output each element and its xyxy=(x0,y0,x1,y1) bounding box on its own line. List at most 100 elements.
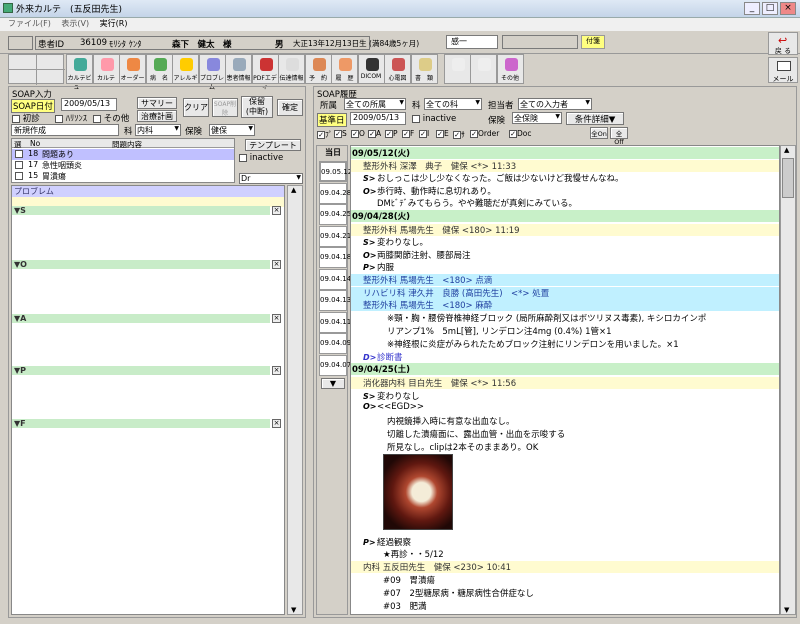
date-tab[interactable]: 09.04.14 xyxy=(319,268,351,290)
toolbar-button-12[interactable]: DICOM xyxy=(357,54,385,84)
col-no: No xyxy=(30,139,41,148)
menu-view[interactable]: 表示(V) xyxy=(61,19,89,28)
problem-row-check[interactable] xyxy=(15,150,23,158)
filter-check-9[interactable]: ✓ｻ xyxy=(453,129,465,140)
right-scrollbar[interactable]: ▲ ▼ xyxy=(780,145,796,615)
toolbar-button-15[interactable] xyxy=(443,54,471,84)
a-section-clear-icon[interactable]: × xyxy=(272,314,281,323)
filter-check-10[interactable]: ✓Order xyxy=(470,129,499,138)
toolbar-button-9[interactable]: 伝達情報 xyxy=(278,54,305,84)
harisons-check[interactable]: ﾊﾘｿﾝｽ xyxy=(55,112,87,124)
history-inactive-check[interactable]: inactive xyxy=(412,114,456,124)
hold-button[interactable]: 保留 (中断) xyxy=(241,96,273,118)
other-check[interactable]: その他 xyxy=(93,112,129,124)
summary-button[interactable]: サマリー xyxy=(137,97,177,109)
maximize-button[interactable]: □ xyxy=(762,2,778,15)
date-tab[interactable]: 09.04.11 xyxy=(319,311,351,333)
filter-check-6[interactable]: ✓F xyxy=(402,129,414,138)
layout-grid[interactable] xyxy=(8,54,65,85)
s-section-clear-icon[interactable]: × xyxy=(272,206,281,215)
template-button[interactable]: テンプレート xyxy=(245,139,301,151)
filter-check-4[interactable]: ✓A xyxy=(368,129,381,138)
history-scroll-up-icon[interactable]: ▲ xyxy=(784,146,789,154)
toolbar-button-10[interactable]: 予 約 xyxy=(304,54,332,84)
toolbar-button-8[interactable]: PDFエディ xyxy=(251,54,279,91)
dr-select[interactable]: Dr xyxy=(239,173,303,184)
date-tab[interactable]: 09.04.13 xyxy=(319,290,351,311)
all-off-button[interactable]: 全Off xyxy=(610,127,628,146)
infection-field[interactable]: 感一 xyxy=(446,35,498,49)
fusen-button[interactable]: 付箋 xyxy=(581,35,605,49)
toolbar-button-2[interactable]: カルテ xyxy=(92,54,120,84)
toolbar-button-13[interactable]: 心電図 xyxy=(384,54,411,84)
p-section-clear-icon[interactable]: × xyxy=(272,366,281,375)
toolbar-button-6[interactable]: プロブレム xyxy=(198,54,226,91)
insurance-select[interactable]: 健保 xyxy=(209,124,255,136)
problem-row-check[interactable] xyxy=(15,161,23,169)
back-button[interactable]: ↩ 戻 る xyxy=(768,32,798,55)
filter-check-8[interactable]: ✓E xyxy=(436,129,449,138)
scroll-down-icon[interactable]: ▼ xyxy=(291,606,296,614)
tanto-select[interactable]: 全ての入力者 xyxy=(518,98,592,110)
date-tab[interactable]: 09.04.07 xyxy=(319,354,351,376)
filter-check-7[interactable]: ✓I xyxy=(419,129,429,138)
problem-row[interactable]: 18 問題あり xyxy=(12,149,234,160)
condition-detail-button[interactable]: 条件詳細▼ xyxy=(566,112,624,125)
f-section-clear-icon[interactable]: × xyxy=(272,419,281,428)
toolbar-button-17[interactable]: その他 xyxy=(496,54,524,84)
soap-delete-button[interactable]: SOAP削除 xyxy=(212,98,238,117)
date-tab[interactable]: 09.05.12 xyxy=(319,161,352,182)
scroll-up-icon[interactable]: ▲ xyxy=(291,186,296,194)
more-dates-icon[interactable]: ▼ xyxy=(321,378,345,389)
menu-run[interactable]: 実行(R) xyxy=(100,19,128,28)
scroll-thumb[interactable] xyxy=(782,158,794,198)
problem-row[interactable]: 15 胃潰瘍 xyxy=(12,171,234,182)
o-section-clear-icon[interactable]: × xyxy=(272,260,281,269)
date-tab[interactable]: 09.04.21 xyxy=(319,225,351,247)
all-on-button[interactable]: 全On xyxy=(590,127,608,139)
left-scrollbar[interactable]: ▲ ▼ xyxy=(287,185,303,615)
new-create-field[interactable]: 新規作成 xyxy=(11,124,119,136)
filter-check-2[interactable]: ✓S xyxy=(334,129,347,138)
dept-select[interactable]: 内科 xyxy=(135,124,181,136)
date-tab[interactable]: 09.04.09 xyxy=(319,333,351,354)
toolbar-button-1[interactable]: カルテビュー xyxy=(66,54,93,91)
toolbar-button-16[interactable] xyxy=(470,54,497,84)
affiliation-select[interactable]: 全ての所属 xyxy=(344,98,406,110)
clear-button[interactable]: クリア xyxy=(183,98,209,117)
problem-row-check[interactable] xyxy=(15,172,23,180)
toolbar-button-3[interactable]: オーダー xyxy=(119,54,146,84)
ka-select[interactable]: 全ての科 xyxy=(424,98,482,110)
inactive-check[interactable]: inactive xyxy=(239,153,283,163)
date-tab[interactable]: 09.04.25 xyxy=(319,204,351,225)
menu-file[interactable]: ファイル(F) xyxy=(8,19,51,28)
toolbar-button-14[interactable]: 書 類 xyxy=(410,54,438,84)
toolbar-button-7[interactable]: 患者情報 xyxy=(225,54,252,84)
soap-date-input[interactable]: 2009/05/13 xyxy=(61,98,117,111)
filter-check-11[interactable]: ✓Doc xyxy=(509,129,532,138)
patient-birth: 大正13年12月13日生 (満84歳5ヶ月) xyxy=(293,39,420,48)
first-visit-check[interactable]: 初診 xyxy=(12,112,40,124)
filter-label: I xyxy=(427,129,430,138)
treatment-plan-button[interactable]: 治療計画 xyxy=(137,110,177,122)
history-scroll-down-icon[interactable]: ▼ xyxy=(784,606,789,614)
close-button[interactable]: × xyxy=(780,2,796,15)
confirm-button[interactable]: 確定 xyxy=(277,99,303,116)
toolbar-button-11[interactable]: 履 歴 xyxy=(331,54,358,84)
today-label[interactable]: 当日 xyxy=(318,147,348,159)
date-tab[interactable]: 09.04.18 xyxy=(319,247,351,268)
filter-check-5[interactable]: ✓P xyxy=(385,129,398,138)
toolbar-button-4[interactable]: 病 名 xyxy=(145,54,173,84)
mail-button[interactable]: メール xyxy=(768,57,798,83)
history-date-header: 09/05/12(火) xyxy=(351,147,779,159)
filter-check-3[interactable]: ✓O xyxy=(351,129,365,138)
toolbar-button-5[interactable]: アレルギー xyxy=(172,54,199,91)
soap-edit-area[interactable]: プロブレム ▼S × ▼O × ▼A × ▼P × ▼F × xyxy=(11,185,285,615)
date-tab[interactable]: 09.04.28 xyxy=(319,182,351,204)
filter-check-1[interactable]: ✓ﾌﾟ xyxy=(317,129,333,140)
minimize-button[interactable]: _ xyxy=(744,2,760,15)
kijun-date-input[interactable]: 2009/05/13 xyxy=(350,112,406,125)
history-insurance-select[interactable]: 全保険 xyxy=(512,112,562,124)
problem-row[interactable]: 17 急性咽頭炎 xyxy=(12,160,234,171)
history-line: #07 2型糖尿病・糖尿病性合併症なし xyxy=(383,589,534,599)
